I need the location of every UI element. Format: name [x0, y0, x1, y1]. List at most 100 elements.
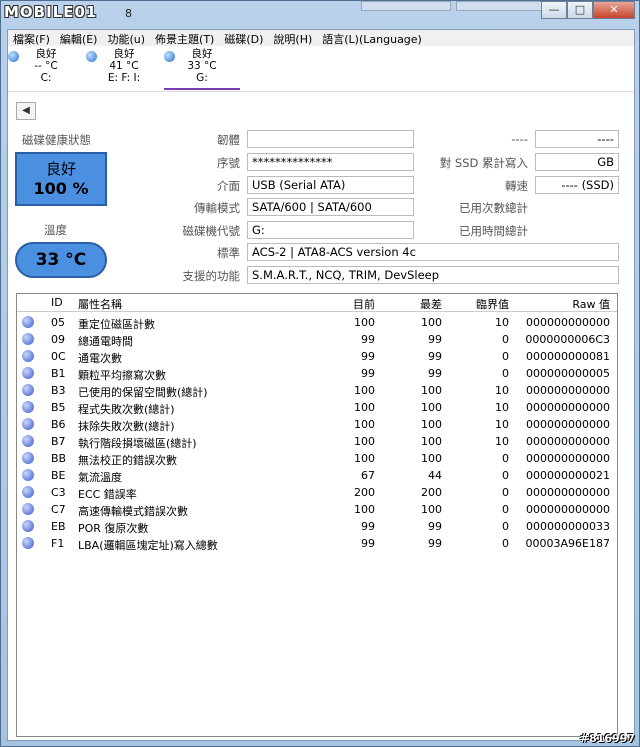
status-dot-icon — [22, 452, 34, 464]
header-id[interactable]: ID — [51, 296, 63, 309]
attr-raw: 000000000000 — [526, 503, 610, 516]
status-dot-icon — [22, 435, 34, 447]
drive-status: 良好 — [191, 48, 213, 60]
table-row[interactable]: BB 無法校正的錯誤次數 100 100 0 000000000000 — [17, 450, 617, 467]
menu-disk[interactable]: 磁碟(D) — [219, 30, 268, 46]
window-controls: — □ ✕ — [541, 1, 635, 19]
attr-raw: 000000000021 — [526, 469, 610, 482]
table-row[interactable]: B7 執行階段損壞磁區(總計) 100 100 10 000000000000 — [17, 433, 617, 450]
table-row[interactable]: F1 LBA(邏輯區塊定址)寫入總數 99 99 0 00003A96E187 — [17, 535, 617, 552]
attr-name: 已使用的保留空間數(總計) — [78, 386, 208, 399]
smart-attribute-table[interactable]: ID 屬性名稱 目前 最差 臨界值 Raw 值 05 重定位磁區計數 100 100 1… — [16, 293, 618, 737]
table-row[interactable]: 09 總通電時間 99 99 0 0000000006C3 — [17, 331, 617, 348]
background-tab[interactable] — [456, 1, 546, 11]
table-row[interactable]: C7 高速傳輸模式錯誤次數 100 100 0 000000000000 — [17, 501, 617, 518]
attr-raw: 00003A96E187 — [525, 537, 610, 550]
menu-edit[interactable]: 編輯(E) — [55, 30, 103, 46]
header-worst[interactable]: 最差 — [420, 296, 442, 312]
header-name[interactable]: 屬性名稱 — [78, 296, 122, 312]
table-row[interactable]: B6 抹除失敗次數(總計) 100 100 10 000000000000 — [17, 416, 617, 433]
header-threshold[interactable]: 臨界值 — [476, 296, 509, 312]
status-ball-icon — [164, 51, 175, 62]
attr-threshold: 0 — [502, 503, 509, 516]
previous-drive-button[interactable]: ◀ — [16, 102, 36, 120]
attr-raw: 000000000000 — [526, 435, 610, 448]
table-row[interactable]: 0C 通電次數 99 99 0 000000000081 — [17, 348, 617, 365]
menu-theme[interactable]: 佈景主題(T) — [150, 30, 219, 46]
drive-selector: 良好 -- °C C: 良好 41 °C E: F: I: 良好 33 °C G… — [8, 46, 634, 92]
table-row[interactable]: B1 顆粒平均擦寫次數 99 99 0 000000000005 — [17, 365, 617, 382]
attr-current: 100 — [354, 452, 375, 465]
unknown-label: ---- — [511, 132, 528, 146]
attr-raw: 000000000000 — [526, 384, 610, 397]
table-row[interactable]: BE 氣流溫度 67 44 0 000000000021 — [17, 467, 617, 484]
status-ball-icon — [86, 51, 97, 62]
temperature-value: 33 °C — [15, 242, 107, 278]
attr-worst: 200 — [421, 486, 442, 499]
attr-threshold: 0 — [502, 452, 509, 465]
status-dot-icon — [22, 503, 34, 515]
ssd-writes-label: 對 SSD 累計寫入 — [439, 156, 528, 170]
attr-id: B6 — [51, 418, 66, 431]
menu-language[interactable]: 語言(L)(Language) — [317, 30, 427, 46]
attr-raw: 000000000033 — [526, 520, 610, 533]
table-row[interactable]: 05 重定位磁區計數 100 100 10 000000000000 — [17, 314, 617, 331]
attr-worst: 100 — [421, 435, 442, 448]
attr-id: B5 — [51, 401, 66, 414]
drive-tab-efi[interactable]: 良好 41 °C E: F: I: — [86, 48, 162, 90]
attr-raw: 000000000000 — [526, 452, 610, 465]
attr-current: 99 — [361, 367, 375, 380]
attr-name: 執行階段損壞磁區(總計) — [78, 437, 197, 450]
health-status-button[interactable]: 良好 100 % — [15, 152, 107, 206]
status-dot-icon — [22, 384, 34, 396]
minimize-button[interactable]: — — [541, 1, 567, 19]
table-header: ID 屬性名稱 目前 最差 臨界值 Raw 值 — [17, 294, 617, 312]
attr-current: 99 — [361, 520, 375, 533]
drive-tab-g[interactable]: 良好 33 °C G: — [164, 48, 240, 90]
drive-letter: E: F: I: — [107, 72, 141, 84]
status-dot-icon — [22, 418, 34, 430]
attr-name: 氣流溫度 — [78, 471, 122, 484]
table-row[interactable]: C3 ECC 錯誤率 200 200 0 000000000000 — [17, 484, 617, 501]
menu-file[interactable]: 檔案(F) — [8, 30, 55, 46]
attr-current: 100 — [354, 435, 375, 448]
health-status: 良好 — [45, 160, 76, 178]
standard-label: 標準 — [217, 246, 240, 260]
app-window: MOBILE01 8 — □ ✕ 檔案(F) 編輯(E) 功能(u) 佈景主題(… — [0, 0, 640, 747]
attr-name: 通電次數 — [78, 352, 122, 365]
serial-field: ************** — [247, 153, 414, 171]
standard-field: ACS-2 | ATA8-ACS version 4c — [247, 243, 619, 261]
attr-worst: 100 — [421, 401, 442, 414]
attr-name: 無法校正的錯誤次數 — [78, 454, 177, 467]
transfer-mode-label: 傳輸模式 — [194, 201, 240, 215]
attr-id: C7 — [51, 503, 66, 516]
close-button[interactable]: ✕ — [593, 1, 635, 19]
attr-id: B1 — [51, 367, 66, 380]
table-row[interactable]: B5 程式失敗次數(總計) 100 100 10 000000000000 — [17, 399, 617, 416]
header-current[interactable]: 目前 — [353, 296, 375, 312]
attr-name: LBA(邏輯區塊定址)寫入總數 — [78, 539, 218, 552]
attr-current: 200 — [354, 486, 375, 499]
interface-field: USB (Serial ATA) — [247, 176, 414, 194]
firmware-label: 韌體 — [217, 133, 240, 147]
attr-id: F1 — [51, 537, 65, 550]
header-raw[interactable]: Raw 值 — [572, 296, 610, 312]
maximize-button[interactable]: □ — [567, 1, 593, 19]
features-label: 支援的功能 — [182, 269, 241, 283]
attr-worst: 100 — [421, 503, 442, 516]
attr-id: EB — [51, 520, 66, 533]
rotation-field: ---- (SSD) — [535, 176, 619, 194]
menu-function[interactable]: 功能(u) — [102, 30, 150, 46]
drive-tab-c[interactable]: 良好 -- °C C: — [8, 48, 84, 90]
power-hours-label: 已用時間總計 — [459, 224, 528, 238]
power-count-label: 已用次數總計 — [459, 201, 528, 215]
attr-current: 99 — [361, 350, 375, 363]
background-tab[interactable] — [361, 1, 451, 11]
attr-id: B7 — [51, 435, 66, 448]
transfer-mode-field: SATA/600 | SATA/600 — [247, 198, 414, 216]
menu-help[interactable]: 說明(H) — [268, 30, 317, 46]
table-row[interactable]: EB POR 復原次數 99 99 0 000000000033 — [17, 518, 617, 535]
health-label: 磁碟健康狀態 — [22, 133, 91, 147]
table-row[interactable]: B3 已使用的保留空間數(總計) 100 100 10 000000000000 — [17, 382, 617, 399]
attr-current: 100 — [354, 384, 375, 397]
